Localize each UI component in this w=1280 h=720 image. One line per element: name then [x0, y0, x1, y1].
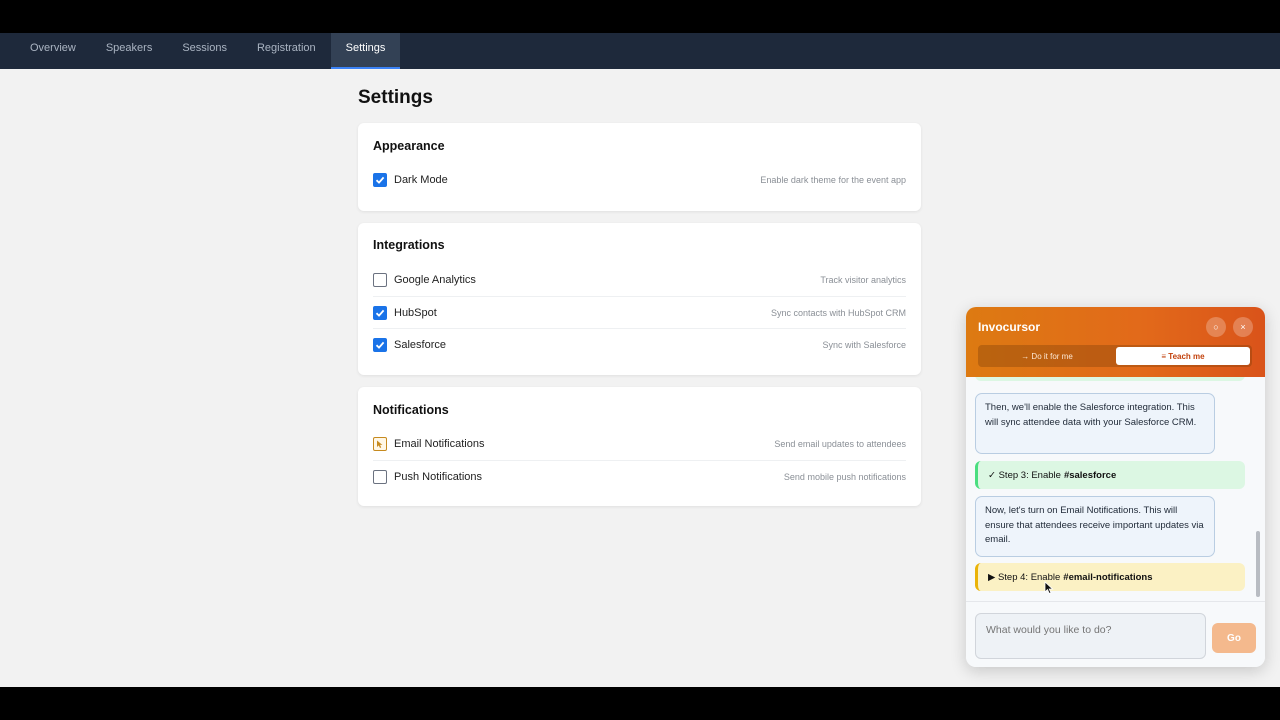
step-target: #salesforce — [1063, 469, 1117, 481]
step-prefix: ✓ Step 3: Enable — [988, 469, 1061, 481]
section-title: Notifications — [373, 403, 449, 417]
page-title: Settings — [358, 87, 433, 108]
step-3-card: ✓ Step 3: Enable #salesforce — [975, 461, 1245, 489]
do-it-for-me-button[interactable]: → Do it for me — [980, 347, 1114, 365]
mouse-cursor-icon — [1044, 581, 1054, 595]
chat-history[interactable]: Then, we'll enable the Salesforce integr… — [966, 377, 1265, 601]
assistant-message: Now, let's turn on Email Notifications. … — [975, 496, 1215, 557]
minimize-button[interactable]: ○ — [1206, 317, 1226, 337]
setting-description: Send email updates to attendees — [774, 439, 906, 449]
setting-row-salesforce[interactable]: Salesforce Sync with Salesforce — [373, 328, 906, 360]
app-screen: Overview Speakers Sessions Registration … — [0, 33, 1280, 687]
integrations-card: Integrations Google Analytics Track visi… — [358, 223, 921, 375]
setting-description: Track visitor analytics — [820, 275, 906, 285]
tab-speakers[interactable]: Speakers — [91, 33, 167, 69]
previous-step-card — [975, 377, 1245, 381]
top-nav: Overview Speakers Sessions Registration … — [0, 33, 1280, 69]
salesforce-checkbox[interactable] — [373, 337, 387, 352]
google-analytics-checkbox[interactable] — [373, 273, 387, 287]
tab-overview[interactable]: Overview — [15, 33, 91, 69]
tab-registration[interactable]: Registration — [242, 33, 331, 69]
assistant-panel: Invocursor ○ × → Do it for me ≡ Teach me… — [966, 307, 1265, 667]
notifications-card: Notifications Email Notifications Send e… — [358, 387, 921, 506]
check-icon — [375, 309, 385, 317]
step-4-card: ▶ Step 4: Enable #email-notifications — [975, 563, 1245, 591]
tab-sessions[interactable]: Sessions — [167, 33, 242, 69]
prompt-input[interactable] — [975, 613, 1206, 659]
setting-row-google-analytics[interactable]: Google Analytics Track visitor analytics — [373, 264, 906, 296]
tab-settings[interactable]: Settings — [330, 33, 401, 69]
setting-description: Enable dark theme for the event app — [760, 175, 906, 185]
check-icon — [375, 341, 385, 349]
mode-toggle: → Do it for me ≡ Teach me — [978, 345, 1252, 367]
assistant-title: Invocursor — [978, 320, 1041, 334]
assistant-message: Then, we'll enable the Salesforce integr… — [975, 393, 1215, 454]
section-title: Integrations — [373, 238, 445, 252]
assistant-header: Invocursor ○ × → Do it for me ≡ Teach me — [966, 307, 1265, 377]
dark-mode-checkbox[interactable] — [373, 173, 387, 187]
setting-description: Sync with Salesforce — [822, 339, 906, 350]
email-notifications-checkbox[interactable] — [373, 437, 387, 451]
assistant-input-area: Go — [966, 601, 1265, 667]
appearance-card: Appearance Dark Mode Enable dark theme f… — [358, 123, 921, 211]
push-notifications-checkbox[interactable] — [373, 469, 387, 484]
setting-row-hubspot[interactable]: HubSpot Sync contacts with HubSpot CRM — [373, 296, 906, 328]
close-button[interactable]: × — [1233, 317, 1253, 337]
hubspot-checkbox[interactable] — [373, 305, 387, 320]
setting-label: Push Notifications — [394, 470, 483, 483]
check-icon — [375, 176, 385, 184]
chat-scrollbar[interactable] — [1256, 531, 1260, 597]
setting-label: Salesforce — [394, 338, 446, 351]
go-button[interactable]: Go — [1212, 623, 1256, 653]
setting-description: Sync contacts with HubSpot CRM — [770, 307, 906, 318]
step-target: #email-notifications — [1063, 571, 1153, 583]
setting-row-push-notifications[interactable]: Push Notifications Send mobile push noti… — [373, 460, 906, 492]
teach-me-button[interactable]: ≡ Teach me — [1116, 347, 1250, 365]
setting-row-email-notifications[interactable]: Email Notifications Send email updates t… — [373, 428, 906, 460]
setting-label: Google Analytics — [394, 274, 476, 286]
setting-row-dark-mode[interactable]: Dark Mode Enable dark theme for the even… — [373, 164, 906, 196]
pointer-hint-icon — [377, 440, 383, 448]
setting-label: Email Notifications — [394, 438, 485, 450]
setting-label: HubSpot — [394, 306, 437, 319]
setting-label: Dark Mode — [394, 174, 448, 186]
section-title: Appearance — [373, 139, 445, 153]
setting-description: Send mobile push notifications — [783, 471, 906, 482]
